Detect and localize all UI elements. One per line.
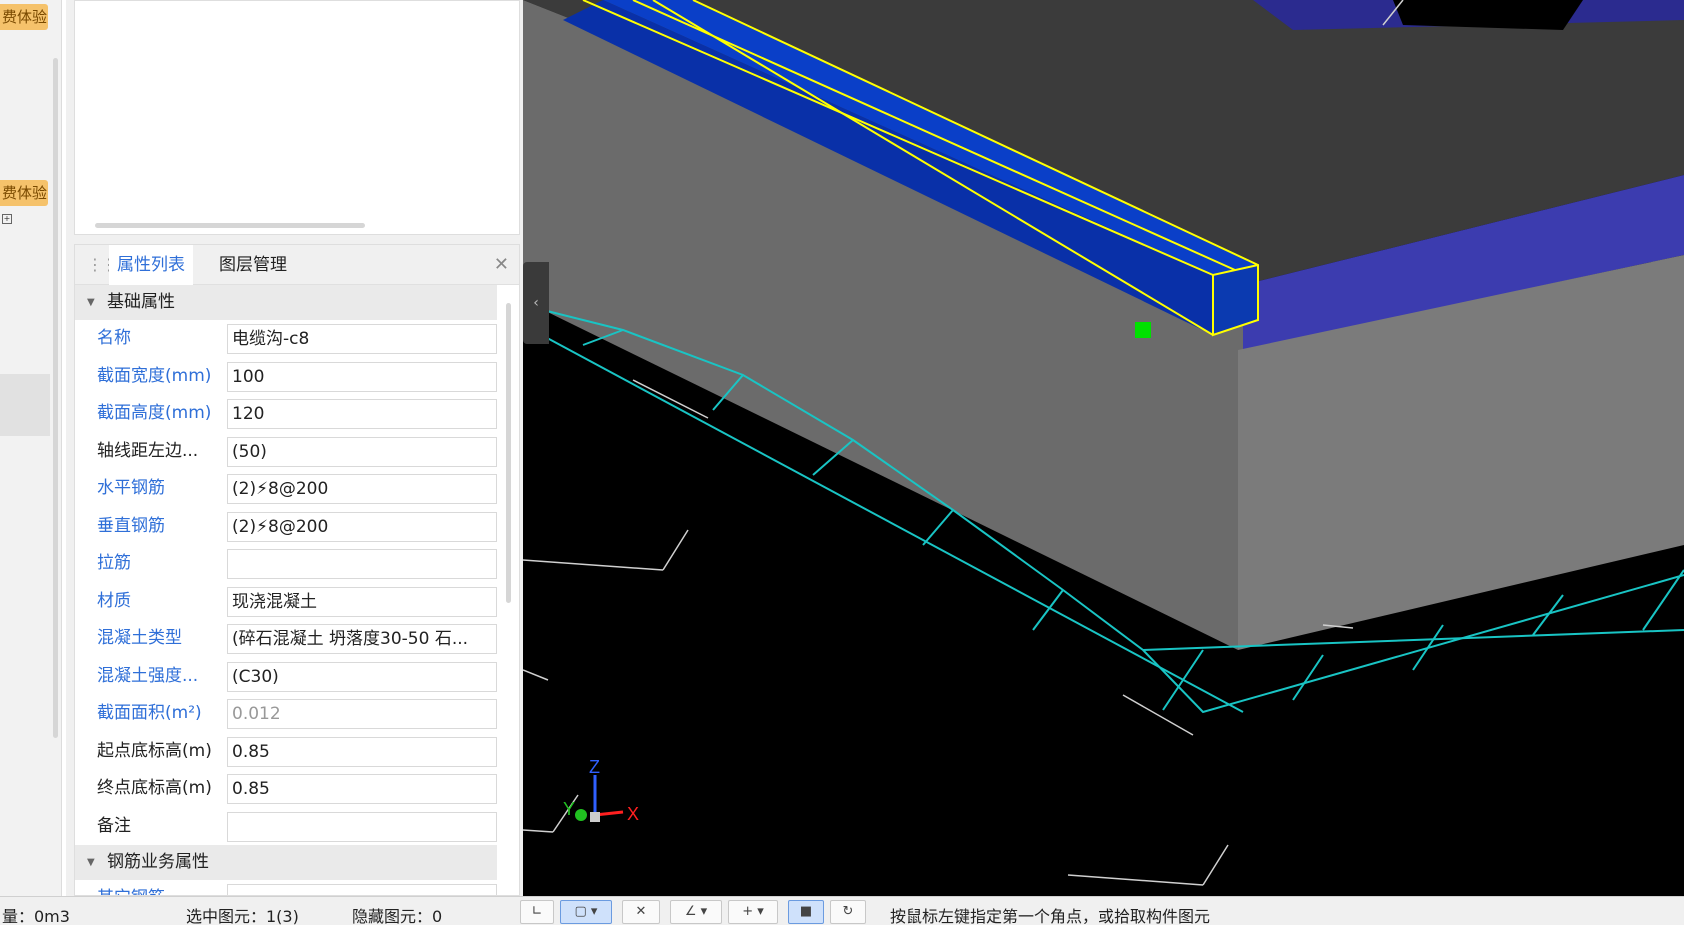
3d-viewport[interactable]: Z Y X	[523, 0, 1684, 896]
3d-scene: Z Y X	[523, 0, 1684, 886]
property-row: 其它钢筋	[75, 880, 497, 895]
property-row: 混凝土类型 (碎石混凝土 坍落度30-50 石...	[75, 620, 497, 658]
property-value-field[interactable]	[227, 811, 497, 842]
volume-readout: 量：0m3	[2, 907, 70, 925]
box-select-button[interactable]: ▢ ▾	[560, 900, 612, 924]
property-value-field[interactable]: 0.85	[227, 774, 497, 804]
property-row: 混凝土强度... (C30)	[75, 658, 497, 696]
property-label: 终点底标高(m)	[97, 778, 212, 798]
snap-angle-button[interactable]: ∠ ▾	[670, 900, 722, 924]
property-row: 终点底标高(m) 0.85	[75, 770, 497, 808]
opening	[1393, 0, 1583, 30]
group-basic-properties[interactable]: ▼ 基础属性	[75, 285, 497, 320]
property-row: 轴线距左边... (50)	[75, 433, 497, 471]
group-rebar-properties[interactable]: ▼ 钢筋业务属性	[75, 845, 497, 880]
property-row: 名称 电缆沟-c8	[75, 320, 497, 358]
property-label: 水平钢筋	[97, 478, 165, 498]
property-value-field[interactable]: (C30)	[227, 661, 497, 692]
property-row: 拉筋	[75, 545, 497, 583]
property-label: 截面高度(mm)	[97, 403, 212, 423]
property-label: 拉筋	[97, 553, 131, 573]
selected-strip-item[interactable]	[0, 374, 50, 436]
property-value-field[interactable]	[227, 884, 497, 895]
property-row: 备注	[75, 808, 497, 846]
property-value-field[interactable]: (50)	[227, 436, 497, 467]
property-label: 轴线距左边...	[97, 440, 199, 461]
property-label: 混凝土类型	[97, 628, 182, 648]
property-value-field[interactable]: (2)⚡8@200	[227, 511, 497, 542]
property-value-field[interactable]: 100	[227, 361, 497, 392]
property-row: 垂直钢筋 (2)⚡8@200	[75, 508, 497, 546]
cross-select-button[interactable]: ✕	[622, 900, 660, 924]
snap-point-button[interactable]: + ▾	[728, 900, 778, 924]
rotate-view-button[interactable]: ↻	[830, 900, 866, 924]
property-label: 材质	[97, 590, 131, 611]
hidden-count: 隐藏图元：0	[352, 907, 443, 925]
property-label: 截面宽度(mm)	[97, 365, 212, 386]
property-row: 截面宽度(mm) 100	[75, 358, 497, 396]
property-label: 截面面积(m²)	[97, 703, 202, 723]
property-row: 水平钢筋 (2)⚡8@200	[75, 470, 497, 508]
tab-property-list[interactable]: 属性列表	[109, 245, 193, 285]
caret-down-icon: ▼	[87, 297, 95, 308]
group-label: 钢筋业务属性	[107, 852, 209, 872]
caret-down-icon: ▼	[87, 857, 95, 868]
property-label: 备注	[97, 815, 131, 836]
free-trial-badge[interactable]: 费体验	[0, 180, 48, 206]
property-panel: ⋮⋮ 属性列表 图层管理 ✕ ▼ 基础属性 名称 电缆沟-c8 截面宽度(mm)…	[74, 244, 520, 896]
property-value-field[interactable]: (2)⚡8@200	[227, 474, 497, 504]
property-row: 材质 现浇混凝土	[75, 583, 497, 621]
component-tree-panel	[74, 0, 520, 235]
selected-count: 选中图元：1(3)	[186, 907, 299, 925]
property-row: 起点底标高(m) 0.85	[75, 733, 497, 771]
status-bar: 量：0m3 选中图元：1(3) 隐藏图元：0 ∟ ▢ ▾ ✕ ∠ ▾ + ▾ ■…	[0, 896, 1684, 925]
property-value-field: 0.012	[227, 699, 497, 729]
strip-scrollbar[interactable]	[53, 58, 58, 738]
grip-point	[1135, 322, 1151, 338]
horizontal-scrollbar[interactable]	[95, 223, 365, 228]
y-axis-label: Y	[563, 799, 575, 819]
property-label: 其它钢筋	[97, 880, 223, 895]
expand-icon[interactable]: +	[2, 214, 12, 224]
command-hint: 按鼠标左键指定第一个角点，或拾取构件图元	[890, 907, 1211, 925]
collapse-panel-button[interactable]: ‹	[523, 262, 549, 344]
z-axis-label: Z	[589, 757, 600, 777]
x-axis-label: X	[627, 804, 639, 824]
property-value-field[interactable]: 现浇混凝土	[227, 586, 497, 617]
property-scrollbar[interactable]	[506, 303, 511, 603]
property-value-field[interactable]: (碎石混凝土 坍落度30-50 石...	[227, 624, 497, 654]
property-value-field[interactable]: 电缆沟-c8	[227, 324, 497, 354]
property-label: 起点底标高(m)	[97, 740, 212, 761]
property-value-field[interactable]: 0.85	[227, 736, 497, 767]
side-panel: ⋮⋮ 属性列表 图层管理 ✕ ▼ 基础属性 名称 电缆沟-c8 截面宽度(mm)…	[66, 0, 523, 896]
free-trial-badge[interactable]: 费体验	[0, 4, 48, 30]
close-icon[interactable]: ✕	[494, 254, 509, 275]
property-value-field[interactable]	[227, 549, 497, 579]
property-label: 混凝土强度...	[97, 665, 199, 686]
tab-layer-management[interactable]: 图层管理	[211, 245, 295, 285]
property-value-field[interactable]: 120	[227, 399, 497, 429]
property-row: 截面高度(mm) 120	[75, 395, 497, 433]
ortho-mode-button[interactable]: ∟	[520, 900, 554, 924]
property-panel-tabs: ⋮⋮ 属性列表 图层管理 ✕	[75, 245, 519, 285]
property-row: 截面面积(m²) 0.012	[75, 695, 497, 733]
app-window: 费体验 费体验 + ⋮⋮ 属性列表 图层管理 ✕ ▼ 基础属性 名称 电缆沟-c…	[0, 0, 1684, 925]
left-side-strip: 费体验 费体验 +	[0, 0, 62, 896]
group-label: 基础属性	[107, 292, 175, 312]
property-label: 垂直钢筋	[97, 515, 165, 536]
axis-gizmo: Z Y X	[563, 757, 639, 824]
property-label: 名称	[97, 328, 131, 348]
display-mode-button[interactable]: ■	[788, 900, 824, 924]
